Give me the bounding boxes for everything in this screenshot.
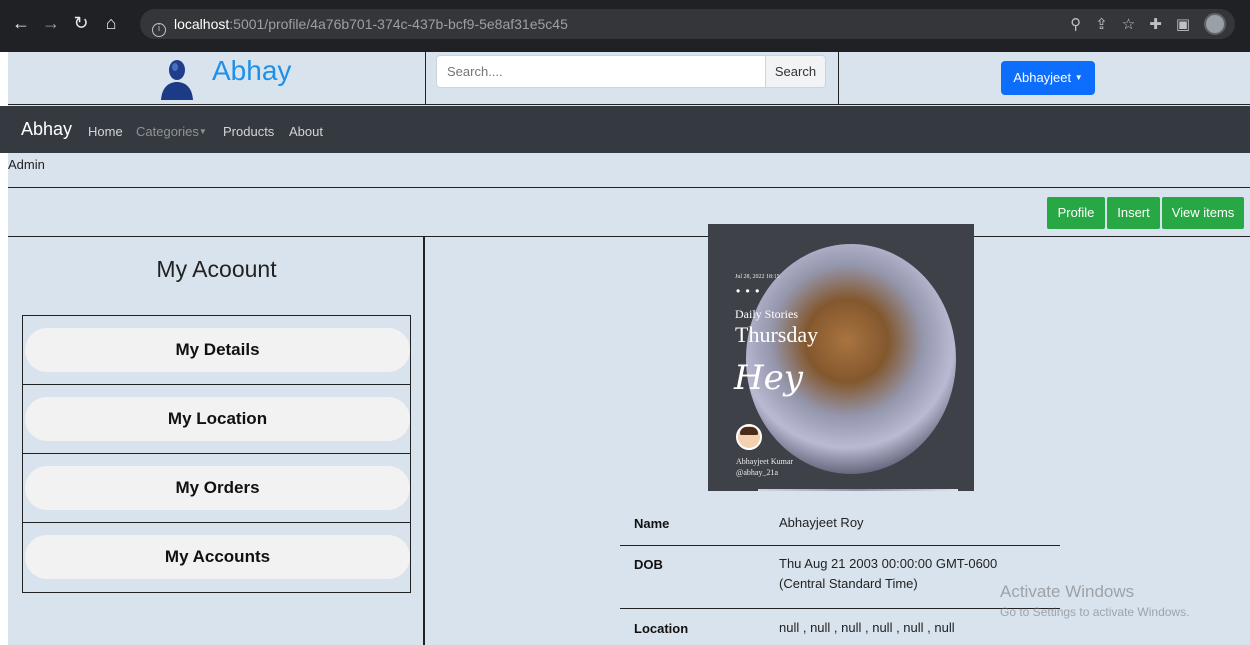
user-menu-label: Abhayjeet — [1013, 70, 1072, 85]
my-details-button[interactable]: My Details — [25, 328, 410, 372]
photo-kicker: Daily Stories — [735, 307, 798, 321]
search-cell: Search — [426, 52, 839, 105]
activation-watermark-title: Activate Windows — [1000, 582, 1135, 601]
sidebar-title: My Acoount — [156, 256, 277, 282]
photo-saucer — [758, 489, 958, 491]
photo-day: Thursday — [735, 322, 819, 347]
my-location-button[interactable]: My Location — [25, 397, 410, 441]
site-header: Abhay Search Abhayjeet ▼ — [8, 52, 1250, 105]
extensions-icon[interactable]: ✚ — [1149, 15, 1162, 33]
user-cell: Abhayjeet ▼ — [839, 52, 1250, 105]
bookmark-star-icon[interactable]: ☆ — [1122, 15, 1135, 33]
forward-icon[interactable]: → — [38, 10, 64, 36]
site-info-icon[interactable]: i — [152, 23, 166, 37]
detail-label-location: Location — [634, 621, 689, 636]
view-items-button[interactable]: View items — [1162, 197, 1244, 229]
account-sidebar: My Acoount My Details My Location My Ord… — [8, 237, 425, 645]
caret-down-icon: ▼ — [198, 127, 207, 136]
user-silhouette-icon — [161, 60, 193, 100]
nav-categories[interactable]: Categories▼ — [136, 124, 207, 139]
search-input[interactable] — [436, 55, 766, 88]
profile-button[interactable]: Profile — [1047, 197, 1105, 229]
nav-categories-label: Categories — [136, 124, 199, 139]
caret-down-icon: ▼ — [1074, 73, 1083, 82]
table-row: Name Abhayjeet Roy — [620, 505, 1060, 546]
user-menu-button[interactable]: Abhayjeet ▼ — [1001, 61, 1095, 95]
detail-value-location: null , null , null , null , null , null — [779, 620, 955, 635]
sidebar-item-accounts: My Accounts — [22, 522, 411, 593]
logo-cell: Abhay — [8, 52, 426, 105]
home-icon[interactable]: ⌂ — [98, 10, 124, 36]
side-panel-icon[interactable]: ▣ — [1176, 15, 1190, 33]
nav-about[interactable]: About — [289, 124, 323, 139]
back-icon[interactable]: ← — [8, 10, 34, 36]
photo-name: Abhayjeet Kumar — [736, 457, 794, 466]
url-path: :5001/profile/4a76b701-374c-437b-bcf9-5e… — [229, 16, 568, 32]
browser-profile-avatar[interactable] — [1204, 13, 1226, 35]
sidebar-item-orders: My Orders — [22, 453, 411, 523]
main-navbar: Abhay Home Categories▼ Products About — [0, 106, 1250, 153]
app-page: Abhay Search Abhayjeet ▼ Abhay Home Cate… — [0, 52, 1250, 645]
action-toolbar: Profile Insert View items — [8, 187, 1250, 237]
browser-toolbar: ← → ↻ ⌂ i localhost:5001/profile/4a76b701… — [0, 0, 1250, 52]
browser-actions: ⚲ ⇪ ☆ ✚ ▣ — [1070, 9, 1226, 39]
detail-value-dob: Thu Aug 21 2003 00:00:00 GMT-0600 (Centr… — [779, 556, 998, 591]
brand-title[interactable]: Abhay — [212, 55, 291, 87]
nav-products[interactable]: Products — [223, 124, 274, 139]
detail-label-dob: DOB — [634, 557, 663, 572]
table-row: DOB Thu Aug 21 2003 00:00:00 GMT-0600 (C… — [620, 546, 1060, 609]
insert-button[interactable]: Insert — [1107, 197, 1160, 229]
photo-dots: • • • — [736, 284, 761, 298]
photo-handle: @abhay_21a — [736, 468, 779, 477]
profile-photo: Jul 28, 2022 18:15 • • • Daily Stories T… — [708, 224, 974, 491]
my-orders-button[interactable]: My Orders — [25, 466, 410, 510]
search-button[interactable]: Search — [765, 55, 826, 88]
detail-value-name: Abhayjeet Roy — [779, 515, 864, 530]
share-icon[interactable]: ⇪ — [1095, 15, 1108, 33]
table-row: Location null , null , null , null , nul… — [620, 609, 1060, 645]
nav-home[interactable]: Home — [88, 124, 123, 139]
profile-details-table: Name Abhayjeet Roy DOB Thu Aug 21 2003 0… — [620, 505, 1060, 645]
sidebar-item-location: My Location — [22, 384, 411, 454]
reload-icon[interactable]: ↻ — [68, 10, 94, 36]
photo-date: Jul 28, 2022 18:15 — [735, 274, 780, 280]
photo-avatar — [736, 424, 762, 450]
detail-label-name: Name — [634, 516, 670, 531]
activation-watermark-subtitle: Go to Settings to activate Windows. — [1000, 605, 1190, 619]
url-host: localhost — [174, 16, 230, 32]
my-accounts-button[interactable]: My Accounts — [25, 535, 410, 579]
photo-greeting: Hey — [734, 358, 803, 398]
navbar-brand[interactable]: Abhay — [21, 119, 72, 140]
role-label: Admin — [8, 157, 45, 172]
sidebar-item-details: My Details — [22, 315, 411, 385]
zoom-icon[interactable]: ⚲ — [1070, 15, 1081, 33]
